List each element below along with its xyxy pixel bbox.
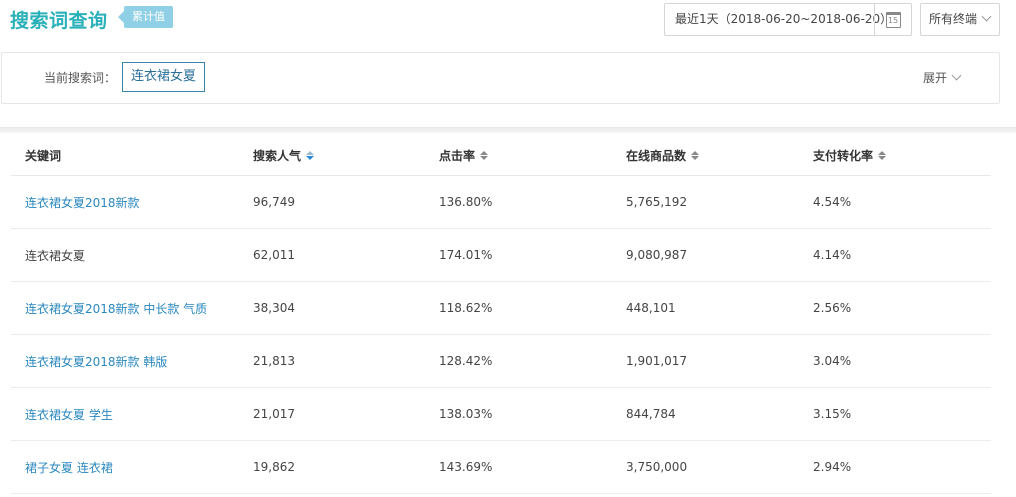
current-search-term[interactable]: 连衣裙女夏	[122, 62, 206, 92]
keyword-cell[interactable]: 连衣裙女夏2018新款	[25, 176, 140, 228]
ctr-cell: 138.03%	[439, 407, 493, 421]
products-cell: 3,750,000	[626, 460, 688, 474]
keyword-cell[interactable]: 连衣裙女夏2018新款 中长款 气质	[25, 282, 207, 334]
sort-icon[interactable]	[691, 151, 700, 160]
column-header-ctr[interactable]: 点击率	[439, 136, 489, 175]
calendar-button[interactable]: 15	[874, 4, 911, 35]
expand-label: 展开	[923, 71, 948, 85]
ctr-cell: 143.69%	[439, 460, 493, 474]
popularity-cell: 62,011	[253, 248, 295, 262]
column-header-conversion[interactable]: 支付转化率	[813, 136, 887, 175]
conversion-cell: 2.94%	[813, 460, 852, 474]
table-row: 连衣裙女夏2018新款 中长款 气质 38,304 118.62% 448,101 2.…	[11, 282, 991, 335]
sort-icon[interactable]	[306, 151, 315, 160]
products-cell: 1,901,017	[626, 354, 688, 368]
keyword-cell: 连衣裙女夏	[25, 248, 86, 263]
page-title: 搜索词查询	[10, 10, 108, 32]
conversion-cell: 3.15%	[813, 407, 852, 421]
sort-icon[interactable]	[878, 151, 887, 160]
products-cell: 9,080,987	[626, 248, 688, 262]
table-row: 连衣裙女夏 学生 21,017 138.03% 844,784 3.15%	[11, 388, 991, 441]
ctr-cell: 118.62%	[439, 301, 493, 315]
keyword-table: 关键词 搜索人气 点击率 在线商品数 支付转化率 连衣裙女夏2018新款 96,7…	[11, 136, 991, 494]
terminal-select[interactable]: 所有终端	[920, 3, 1000, 36]
table-row: 连衣裙女夏2018新款 韩版 21,813 128.42% 1,901,017 3.04…	[11, 335, 991, 388]
table-header: 关键词 搜索人气 点击率 在线商品数 支付转化率	[11, 136, 991, 176]
ctr-cell: 174.01%	[439, 248, 493, 262]
conversion-cell: 4.54%	[813, 195, 852, 209]
products-cell: 448,101	[626, 301, 676, 315]
popularity-cell: 21,813	[253, 354, 295, 368]
keyword-cell[interactable]: 连衣裙女夏2018新款 韩版	[25, 335, 167, 387]
popularity-cell: 38,304	[253, 301, 295, 315]
table-body: 连衣裙女夏2018新款 96,749 136.80% 5,765,192 4.54% 连衣…	[11, 176, 991, 494]
chevron-down-icon	[951, 70, 962, 81]
date-range-picker[interactable]: 最近1天（2018-06-20~2018-06-20） 15	[664, 3, 912, 36]
popularity-cell: 21,017	[253, 407, 295, 421]
conversion-cell: 3.04%	[813, 354, 852, 368]
conversion-cell: 4.14%	[813, 248, 852, 262]
date-range-text: 最近1天（2018-06-20~2018-06-20）	[675, 12, 893, 26]
search-panel: 当前搜索词： 连衣裙女夏 展开	[1, 52, 1000, 104]
column-header-popularity[interactable]: 搜索人气	[253, 136, 315, 175]
column-header-keyword: 关键词	[25, 149, 62, 163]
popularity-cell: 19,862	[253, 460, 295, 474]
section-divider	[0, 127, 1016, 133]
calendar-icon: 15	[885, 11, 901, 28]
conversion-cell: 2.56%	[813, 301, 852, 315]
ctr-cell: 128.42%	[439, 354, 493, 368]
sort-icon[interactable]	[480, 151, 489, 160]
table-row: 裙子女夏 连衣裙 19,862 143.69% 3,750,000 2.94%	[11, 441, 991, 494]
keyword-cell[interactable]: 裙子女夏 连衣裙	[25, 441, 113, 493]
products-cell: 844,784	[626, 407, 676, 421]
keyword-cell[interactable]: 连衣裙女夏 学生	[25, 388, 113, 440]
table-row: 连衣裙女夏 62,011 174.01% 9,080,987 4.14%	[11, 229, 991, 282]
table-row: 连衣裙女夏2018新款 96,749 136.80% 5,765,192 4.54%	[11, 176, 991, 229]
column-header-products[interactable]: 在线商品数	[626, 136, 700, 175]
popularity-cell: 96,749	[253, 195, 295, 209]
ctr-cell: 136.80%	[439, 195, 493, 209]
expand-button[interactable]: 展开	[923, 69, 962, 86]
current-search-label: 当前搜索词：	[44, 71, 117, 85]
terminal-select-value: 所有终端	[929, 12, 978, 26]
cumulative-badge: 累计值	[118, 6, 173, 28]
products-cell: 5,765,192	[626, 195, 688, 209]
chevron-down-icon	[981, 11, 992, 22]
